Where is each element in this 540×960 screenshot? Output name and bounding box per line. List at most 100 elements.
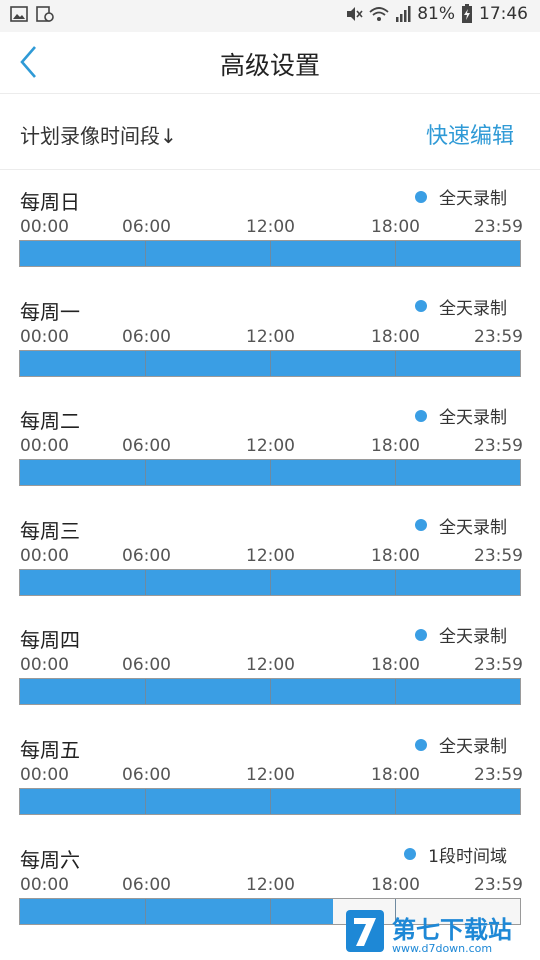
nav-bar: 高级设置: [0, 32, 540, 94]
time-tick-label: 00:00: [20, 874, 69, 895]
schedule-header: 计划录像时间段↓ 快速编辑: [0, 96, 540, 170]
clock: 17:46: [479, 4, 528, 24]
time-tick-label: 18:00: [371, 765, 420, 785]
recording-status: 全天录制: [415, 184, 507, 209]
time-tick-label: 06:00: [122, 655, 171, 676]
status-label: 全天录制: [439, 627, 507, 648]
mute-icon: [347, 7, 363, 21]
svg-text:第七下载站: 第七下载站: [392, 916, 512, 944]
wifi-icon: [369, 7, 389, 21]
time-tick-label: 06:00: [122, 436, 171, 457]
timeline-divider: [395, 789, 396, 814]
time-tick-label: 12:00: [246, 874, 295, 895]
page-title: 高级设置: [219, 51, 320, 80]
day-row[interactable]: 每周五 全天录制 00:00 06:00 12:00 18:00 23:59: [0, 718, 540, 827]
time-tick-label: 06:00: [122, 765, 171, 785]
timeline-bar[interactable]: [19, 459, 521, 487]
time-tick-label: 23:59: [474, 874, 523, 895]
battery-percent: 81%: [417, 4, 455, 24]
time-tick-label: 18:00: [371, 655, 420, 676]
timeline-bar[interactable]: [19, 568, 521, 596]
time-tick-label: 00:00: [20, 545, 69, 566]
status-dot-icon: [415, 190, 427, 203]
time-axis: 00:00 06:00 12:00 18:00 23:59: [0, 327, 540, 349]
battery-charging-icon: [462, 4, 472, 23]
time-axis: 00:00 06:00 12:00 18:00 23:59: [0, 217, 540, 239]
time-tick-label: 00:00: [20, 326, 69, 347]
time-tick-label: 12:00: [246, 217, 295, 237]
status-left-icons: [10, 6, 54, 22]
recording-status: 全天录制: [415, 732, 507, 757]
time-tick-label: 18:00: [371, 545, 420, 566]
time-tick-label: 00:00: [20, 217, 69, 237]
time-tick-label: 23:59: [474, 436, 523, 457]
timeline-divider: [270, 241, 271, 266]
time-tick-label: 00:00: [20, 436, 69, 457]
status-label: 全天录制: [439, 298, 507, 319]
day-name: 每周六: [20, 847, 80, 872]
quick-edit-button[interactable]: 快速编辑: [426, 118, 514, 150]
time-axis: 00:00 06:00 12:00 18:00 23:59: [0, 765, 540, 787]
time-tick-label: 23:59: [474, 217, 523, 237]
time-tick-label: 12:00: [246, 765, 295, 785]
timeline-divider: [270, 789, 271, 814]
time-tick-label: 06:00: [122, 874, 171, 895]
timeline-divider: [395, 241, 396, 266]
timeline-divider: [145, 898, 146, 924]
day-row[interactable]: 每周三 全天录制 00:00 06:00 12:00 18:00 23:59: [0, 499, 540, 608]
status-dot-icon: [404, 848, 417, 861]
status-bar: 81% 17:46: [0, 0, 540, 32]
time-tick-label: 12:00: [246, 545, 295, 566]
time-tick-label: 23:59: [474, 765, 523, 785]
watermark-logo: 第七下载站 www.d7down.com: [346, 910, 512, 955]
time-tick-label: 12:00: [246, 326, 295, 347]
time-tick-label: 12:00: [246, 655, 295, 676]
timeline-divider: [145, 460, 146, 486]
screenshot-notification-icon: [36, 6, 54, 22]
day-row[interactable]: 每周四 全天录制 00:00 06:00 12:00 18:00 23:59: [0, 608, 540, 717]
status-dot-icon: [415, 300, 427, 313]
timeline-divider: [395, 679, 396, 705]
time-tick-label: 06:00: [122, 326, 171, 347]
timeline-bar[interactable]: [19, 678, 521, 706]
time-tick-label: 18:00: [371, 874, 420, 895]
status-label: 全天录制: [439, 737, 507, 757]
timeline-divider: [145, 241, 146, 266]
status-label: 1段时间域: [428, 846, 507, 867]
recording-status: 全天录制: [415, 403, 507, 428]
day-name: 每周二: [20, 409, 80, 434]
status-dot-icon: [415, 628, 427, 641]
time-axis: 00:00 06:00 12:00 18:00 23:59: [0, 875, 540, 897]
timeline-divider: [270, 569, 271, 595]
time-tick-label: 23:59: [474, 655, 523, 676]
time-tick-label: 00:00: [20, 655, 69, 676]
recording-status: 全天录制: [415, 622, 507, 647]
time-tick-label: 23:59: [474, 545, 523, 566]
recording-status: 全天录制: [415, 513, 507, 538]
time-tick-label: 18:00: [371, 326, 420, 347]
timeline-divider: [395, 350, 396, 376]
day-row[interactable]: 每周日 全天录制 00:00 06:00 12:00 18:00 23:59: [0, 170, 540, 279]
timeline-bar[interactable]: [19, 349, 521, 377]
recording-status: 全天录制: [415, 294, 507, 319]
timeline-divider: [270, 679, 271, 705]
timeline-divider: [145, 679, 146, 705]
recording-period-fill: [20, 898, 333, 924]
timeline-divider: [395, 569, 396, 595]
day-name: 每周五: [20, 738, 80, 762]
status-label: 全天录制: [439, 408, 507, 429]
day-row[interactable]: 每周二 全天录制 00:00 06:00 12:00 18:00 23:59: [0, 389, 540, 498]
timeline-divider: [270, 350, 271, 376]
time-tick-label: 00:00: [20, 765, 69, 785]
timeline-bar[interactable]: [19, 788, 521, 815]
recording-status: 1段时间域: [404, 842, 507, 867]
day-name: 每周一: [20, 299, 80, 324]
status-dot-icon: [415, 738, 427, 751]
timeline-bar[interactable]: [19, 240, 521, 267]
time-tick-label: 18:00: [371, 436, 420, 457]
gallery-icon: [10, 6, 28, 22]
time-tick-label: 18:00: [371, 217, 420, 237]
day-row[interactable]: 每周一 全天录制 00:00 06:00 12:00 18:00 23:59: [0, 280, 540, 389]
schedule-title: 计划录像时间段↓: [20, 124, 177, 148]
time-axis: 00:00 06:00 12:00 18:00 23:59: [0, 436, 540, 458]
